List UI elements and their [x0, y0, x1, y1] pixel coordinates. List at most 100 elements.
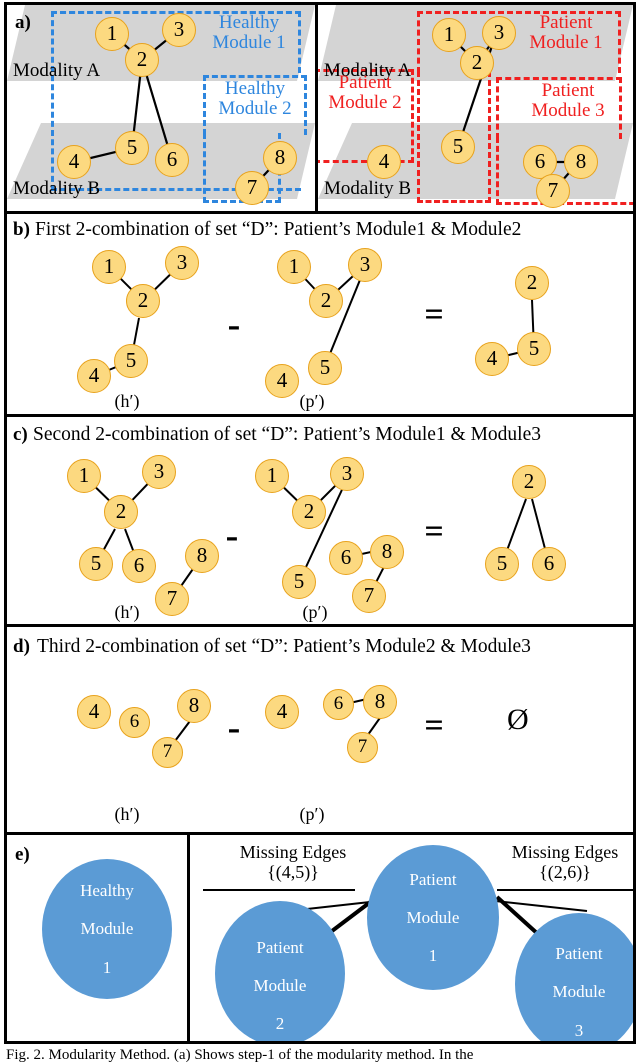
node-c-p-1: 1 — [255, 459, 289, 493]
node-2-p: 2 — [460, 46, 494, 80]
panel-c-equals: = — [424, 513, 444, 550]
node-b-p-3: 3 — [348, 248, 382, 282]
node-c-p-2: 2 — [292, 495, 326, 529]
patient-module-3-ellipse-line3: 3 — [574, 1020, 584, 1040]
node-7: 7 — [235, 171, 269, 205]
panel-a-patient: Modality A Modality B Patient Module 1 P… — [318, 5, 633, 211]
node-b-h-5: 5 — [114, 344, 148, 378]
node-b-p-1: 1 — [277, 250, 311, 284]
node-b-r-5: 5 — [517, 332, 551, 366]
panel-c-h-label: (h′) — [114, 602, 140, 622]
node-8-p: 8 — [564, 145, 598, 179]
healthy-module-1-line2: Module 1 — [212, 31, 286, 53]
patient-module-1-ellipse-line1: Patient — [409, 869, 457, 889]
panel-d-edges — [171, 698, 383, 746]
node-b-h-4: 4 — [77, 359, 111, 393]
patient-module-1-line1: Patient — [539, 12, 593, 33]
node-d-p-7: 7 — [347, 732, 378, 763]
node-c-h-7: 7 — [155, 582, 189, 616]
panel-e: e) Healthy Module 1 Missing Edges {(4,5)… — [7, 835, 633, 1041]
node-6: 6 — [155, 143, 189, 177]
node-c-p-7: 7 — [352, 579, 386, 613]
patient-module-1-line2: Module 1 — [529, 31, 603, 53]
panel-c: c) Second 2-combination of set “D”: Pati… — [7, 417, 633, 624]
node-c-p-5: 5 — [282, 565, 316, 599]
node-d-h-7: 7 — [152, 737, 183, 768]
node-5-p: 5 — [441, 130, 475, 164]
patient-module-1-label: Patient Module 1 — [514, 13, 618, 53]
node-4-p: 4 — [367, 145, 401, 179]
missing-edges-left-value: {(4,5)} — [267, 861, 319, 882]
patient-module-2-line1: Patient — [338, 72, 392, 93]
healthy-module-1-line1: Healthy — [218, 12, 280, 33]
figure-caption: Fig. 2. Modularity Method. (a) Shows ste… — [6, 1047, 474, 1063]
node-7-p: 7 — [536, 174, 570, 208]
patient-module-2-ellipse-line3: 2 — [275, 1014, 285, 1034]
panel-b-minus: - — [227, 304, 241, 346]
node-d-p-6: 6 — [323, 689, 354, 720]
panel-c-p-label: (p′) — [302, 602, 328, 622]
panel-d-result-emptyset: Ø — [507, 703, 529, 736]
modality-a-label: Modality A — [13, 60, 101, 81]
patient-module-1-ellipse-line3: 1 — [428, 946, 438, 966]
missing-edges-right-title: Missing Edges — [511, 842, 619, 862]
patient-module-3-line1: Patient — [541, 80, 595, 101]
node-d-p-8: 8 — [363, 685, 397, 719]
panel-b-h-label: (h′) — [114, 391, 140, 411]
node-4: 4 — [57, 145, 91, 179]
missing-edges-left-underline — [203, 889, 355, 891]
missing-edges-right-underline — [497, 889, 633, 891]
modality-b-label-p: Modality B — [324, 178, 412, 199]
panel-d-minus: - — [227, 707, 241, 749]
node-c-p-3: 3 — [330, 457, 364, 491]
node-d-h-6: 6 — [119, 707, 150, 738]
patient-module-3-label: Patient Module 3 — [516, 81, 620, 121]
node-3: 3 — [162, 13, 196, 47]
missing-edges-left: Missing Edges {(4,5)} — [203, 842, 383, 883]
patient-module-2-label: Patient Module 2 — [318, 73, 414, 113]
healthy-module-1-label: Healthy Module 1 — [193, 13, 305, 53]
missing-edges-right: Missing Edges {(2,6)} — [497, 842, 633, 883]
node-1-p: 1 — [432, 18, 466, 52]
node-c-r-5: 5 — [485, 547, 519, 581]
node-c-r-6: 6 — [532, 547, 566, 581]
modality-b-label: Modality B — [13, 178, 101, 199]
panel-d: d) Third 2-combination of set “D”: Patie… — [7, 627, 633, 832]
panel-a-healthy: Modality A Modality B Healthy Module 1 H… — [7, 5, 315, 211]
patient-module-1-ellipse: Patient Module 1 — [367, 845, 499, 990]
node-1: 1 — [95, 17, 129, 51]
node-c-h-5: 5 — [79, 547, 113, 581]
node-8: 8 — [263, 141, 297, 175]
node-c-p-8: 8 — [370, 535, 404, 569]
node-b-p-2: 2 — [309, 284, 343, 318]
node-5: 5 — [115, 131, 149, 165]
patient-module-3-line2: Module 3 — [531, 99, 605, 121]
node-b-h-2: 2 — [126, 284, 160, 318]
node-d-h-4: 4 — [77, 695, 111, 729]
panel-d-p-label: (p′) — [299, 804, 325, 824]
node-c-h-3: 3 — [142, 455, 176, 489]
node-c-h-1: 1 — [67, 459, 101, 493]
panel-b: b) First 2-combination of set “D”: Patie… — [7, 214, 633, 414]
node-d-p-4: 4 — [265, 695, 299, 729]
missing-edges-right-value: {(2,6)} — [539, 861, 591, 882]
node-c-h-2: 2 — [104, 495, 138, 529]
figure-frame: Modality A Modality B Healthy Module 1 H… — [4, 2, 636, 1044]
node-b-p-5: 5 — [308, 351, 342, 385]
patient-module-2-ellipse-line1: Patient — [256, 937, 304, 957]
node-b-h-3: 3 — [165, 246, 199, 280]
healthy-module-2-label: Healthy Module 2 — [203, 79, 307, 119]
panel-b-equals: = — [424, 296, 444, 333]
missing-edges-left-title: Missing Edges — [239, 842, 347, 862]
panel-a-label: a) — [15, 12, 31, 33]
node-b-r-2: 2 — [515, 266, 549, 300]
healthy-module-2-line1: Healthy — [224, 78, 286, 99]
node-2: 2 — [125, 43, 159, 77]
patient-module-2-line2: Module 2 — [328, 91, 402, 113]
node-c-h-6: 6 — [122, 549, 156, 583]
node-c-h-8: 8 — [185, 539, 219, 573]
patient-module-1-ellipse-line2: Module — [406, 907, 460, 927]
panel-c-minus: - — [225, 515, 239, 557]
panel-d-h-label: (h′) — [114, 804, 140, 824]
patient-module-2-ellipse: Patient Module 2 — [215, 901, 345, 1041]
